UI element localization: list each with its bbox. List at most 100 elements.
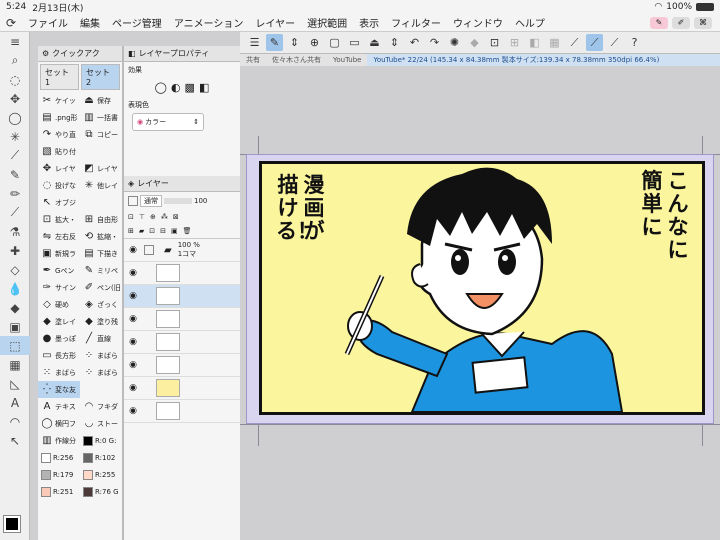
qa-item[interactable]: ✒ Gペン [38,262,80,279]
main-color-swatch[interactable] [3,515,21,533]
lock-checkbox[interactable] [144,245,154,255]
mask-icon[interactable]: ▣ [171,227,178,235]
effect-layer-icon[interactable]: ◧ [199,81,209,94]
fill-icon[interactable]: ◆ [466,34,483,51]
qa-item[interactable]: ◇ 硬め [38,296,80,313]
qa-item[interactable]: ✑ サイン [38,279,80,296]
qa-item[interactable]: ✳ 他レイ [80,177,122,194]
airbrush-icon[interactable]: ⚗ [0,222,30,241]
qa-item[interactable]: ▥ 作線分 [38,432,80,449]
qa-item[interactable]: ⇋ 左右反 [38,228,80,245]
edit-icon[interactable]: ✐ [672,16,690,29]
qa-item[interactable]: ⁘ まばら [80,347,122,364]
menu-page[interactable]: ページ管理 [106,15,168,30]
new-vector-icon[interactable]: ⊡ [149,227,155,235]
qa-item[interactable]: R:255 [80,466,122,483]
blend-icon[interactable]: 💧 [0,279,30,298]
qa-item[interactable] [80,143,122,160]
undo-icon[interactable]: ↶ [406,34,423,51]
eye-icon[interactable]: ◉ [124,291,142,301]
opacity-value[interactable]: 100 [194,197,207,205]
pencil-icon[interactable]: ✏ [0,184,30,203]
color-mode-select[interactable]: ◉ カラー ⇕ [132,113,204,131]
blend-mode-select[interactable]: 通常 [140,195,162,207]
layer-row[interactable]: ◉ [124,354,240,377]
qa-item[interactable]: ⏏ 保存 [80,92,122,109]
qa-item[interactable]: R:0 G: [80,432,122,449]
set-tab-2[interactable]: セット2 [81,64,120,90]
layer-row[interactable]: ◉ [124,331,240,354]
qa-item[interactable]: A テキス [38,398,80,415]
app-logo-icon[interactable]: ⟳ [0,16,22,30]
layer-row[interactable]: ◉ [124,262,240,285]
layer-draft-icon[interactable]: ⁂ [161,213,168,221]
stepper2-icon[interactable]: ⇕ [386,34,403,51]
qa-item[interactable]: ▣ 新規ラ [38,245,80,262]
delete-layer-icon[interactable]: 🗑 [183,227,192,235]
menu-icon[interactable]: ≡ [0,32,30,51]
magic-wand-icon[interactable]: ✳ [0,127,30,146]
move-icon[interactable]: ✥ [0,89,30,108]
crop-icon[interactable]: ⊞ [506,34,523,51]
figure-icon[interactable]: ⬚ [0,336,30,355]
pen-icon[interactable]: ✎ [0,165,30,184]
layer-ref-icon[interactable]: ⊕ [150,213,156,221]
zoom-icon[interactable]: ⌕ [0,51,30,70]
tab-sasaki[interactable]: 佐々木さん共有 [266,55,327,65]
qa-item[interactable]: ⁛ 変な友 [38,381,80,398]
tab-shared[interactable]: 共有 [240,55,266,65]
qa-item[interactable]: ◈ ざっく [80,296,122,313]
menu-view[interactable]: 表示 [353,15,385,30]
qa-item[interactable]: R:102 [80,449,122,466]
new-folder-icon[interactable]: ▰ [139,227,144,235]
text-icon[interactable]: A [0,393,30,412]
open-icon[interactable]: ▭ [346,34,363,51]
canvas-area[interactable]: こんなに 簡単に 漫画が 描ける！ [240,66,720,540]
opacity-slider[interactable] [164,198,192,204]
manga-panel[interactable]: こんなに 簡単に 漫画が 描ける！ [259,161,705,415]
qa-item[interactable]: ⧉ コピー [80,126,122,143]
layer-mask-icon[interactable]: ⊠ [173,213,179,221]
eye-icon[interactable]: ◉ [124,383,142,393]
qa-item[interactable]: R:251 [38,483,80,500]
transform-icon[interactable]: ⊡ [486,34,503,51]
stepper-icon[interactable]: ⇕ [286,34,303,51]
layer-row[interactable]: ◉ [124,377,240,400]
tab-youtube[interactable]: YouTube [327,56,367,64]
loading-icon[interactable]: ✺ [446,34,463,51]
qa-item[interactable]: ⟲ 拡縮・ [80,228,122,245]
qa-item[interactable]: ▭ 長方形 [38,347,80,364]
qa-item[interactable]: ▥ 一括書 [80,109,122,126]
qa-item[interactable]: ◆ 塗り残 [80,313,122,330]
help-icon[interactable]: ? [626,34,643,51]
qa-item[interactable]: ▤ 下描き [80,245,122,262]
brush-icon[interactable]: ⟋ [0,203,30,222]
layer-lock-icon[interactable]: ⊡ [128,213,134,221]
effect-border-icon[interactable]: ◯ [155,81,167,94]
qa-item[interactable]: ◆ 塗レイ [38,313,80,330]
qa-item[interactable]: ✂ ケイッ [38,92,80,109]
eye-icon[interactable]: ◉ [124,360,142,370]
qa-item[interactable]: ⊡ 拡大・ [38,211,80,228]
gradient-icon[interactable]: ▣ [0,317,30,336]
new-raster-icon[interactable]: ⊞ [128,227,134,235]
qa-item[interactable]: ▤ .png形 [38,109,80,126]
menu-window[interactable]: ウィンドウ [447,15,509,30]
new-icon[interactable]: ⊕ [306,34,323,51]
grid-icon[interactable]: ▦ [546,34,563,51]
qa-item[interactable]: ╱ 直線 [80,330,122,347]
menu-edit[interactable]: 編集 [74,15,106,30]
brush-icon[interactable]: ⟋ [586,34,603,51]
qa-item[interactable]: ◠ フキダ [80,398,122,415]
rotate-icon[interactable]: ◌ [0,70,30,89]
balloon-icon[interactable]: ◠ [0,412,30,431]
qa-item[interactable]: ↷ やり直 [38,126,80,143]
qa-item[interactable]: ✎ ミリペ [80,262,122,279]
menu-icon[interactable]: ☰ [246,34,263,51]
qa-item[interactable] [80,381,122,398]
ruler-icon[interactable]: ⟋ [566,34,583,51]
modifier-icon[interactable]: ⌘ [694,16,712,29]
layer-row[interactable]: ◉ [124,308,240,331]
menu-selection[interactable]: 選択範囲 [301,15,353,30]
qa-item[interactable]: R:76 G [80,483,122,500]
